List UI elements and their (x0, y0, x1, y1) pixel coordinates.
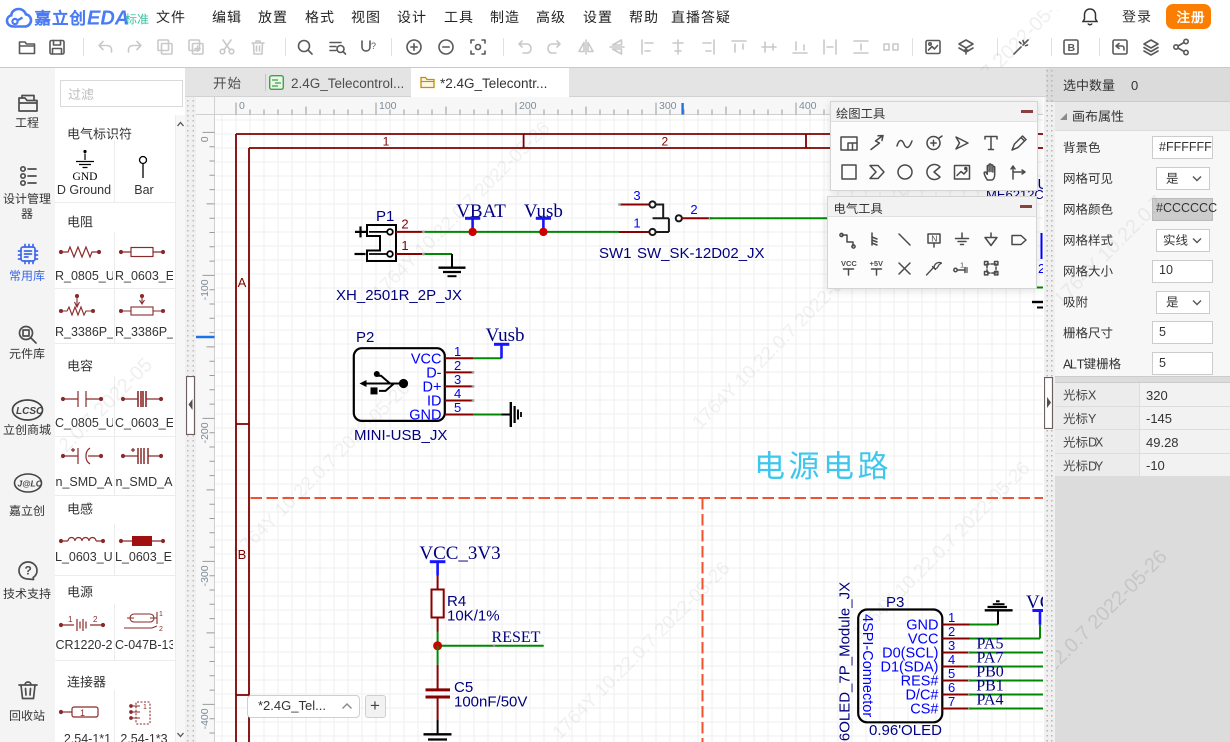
svg-text:2: 2 (454, 358, 461, 373)
svg-text:1: 1 (948, 610, 955, 625)
svg-text:XH_2501R_2P_JX: XH_2501R_2P_JX (336, 287, 462, 304)
svg-text:VBAT: VBAT (456, 201, 506, 222)
svg-text:5: 5 (454, 400, 461, 415)
svg-text:-400: -400 (199, 708, 211, 729)
svg-text:CS#: CS# (910, 702, 938, 718)
svg-text:A: A (238, 275, 247, 290)
svg-text:?: ? (371, 41, 376, 51)
svg-text:200: 200 (519, 100, 537, 112)
svg-text:4: 4 (454, 386, 461, 401)
svg-text:-300: -300 (199, 565, 211, 586)
svg-text:6: 6 (948, 680, 955, 695)
svg-text:2: 2 (159, 626, 163, 633)
svg-text:4SPI-Connector: 4SPI-Connector (859, 614, 875, 717)
svg-text:400: 400 (799, 100, 817, 112)
svg-text:100nF/50V: 100nF/50V (454, 694, 527, 711)
svg-text:VCC_3V3: VCC_3V3 (1026, 592, 1043, 613)
svg-text:0: 0 (199, 136, 211, 142)
svg-text:1: 1 (401, 238, 408, 253)
svg-text:1: 1 (383, 135, 390, 149)
svg-text:B: B (1068, 42, 1076, 54)
svg-text:0.96OLED_7P_Module_JX: 0.96OLED_7P_Module_JX (837, 582, 854, 742)
svg-text:0: 0 (239, 100, 245, 112)
svg-text:1: 1 (68, 615, 73, 624)
svg-text:+5V: +5V (870, 259, 884, 268)
svg-text:-200: -200 (199, 422, 211, 443)
svg-text:1: 1 (80, 708, 85, 718)
svg-text:2: 2 (93, 615, 98, 624)
svg-text:1: 1 (960, 261, 964, 270)
svg-text:2: 2 (948, 624, 955, 639)
svg-text:B: B (238, 547, 247, 562)
svg-text:GND: GND (73, 171, 98, 183)
svg-text:1: 1 (159, 611, 163, 618)
svg-text:J@LC: J@LC (18, 479, 43, 489)
svg-text:?: ? (25, 564, 32, 578)
svg-text:2: 2 (690, 202, 697, 217)
svg-text:3: 3 (454, 372, 461, 387)
svg-text:0.96'OLED: 0.96'OLED (869, 722, 942, 739)
svg-text:1: 1 (633, 216, 640, 231)
svg-text:1: 1 (454, 344, 461, 359)
svg-text:100: 100 (379, 100, 397, 112)
svg-text:RESET: RESET (492, 629, 541, 646)
svg-text:3: 3 (948, 638, 955, 653)
svg-text:2: 2 (401, 217, 408, 232)
svg-text:4: 4 (948, 652, 955, 667)
svg-text:P2: P2 (356, 329, 374, 346)
svg-text:2: 2 (661, 135, 668, 149)
svg-text:300: 300 (659, 100, 677, 112)
svg-text:MINI-USB_JX: MINI-USB_JX (354, 427, 447, 444)
svg-text:-100: -100 (199, 279, 211, 300)
svg-text:SW_SK-12D02_JX: SW_SK-12D02_JX (637, 245, 765, 262)
svg-text:3: 3 (633, 188, 640, 203)
svg-text:LCSC: LCSC (16, 406, 44, 417)
svg-text:N: N (931, 234, 937, 244)
svg-text:GND: GND (409, 408, 441, 424)
svg-text:7: 7 (948, 694, 955, 709)
svg-text:2: 2 (1038, 261, 1043, 276)
svg-text:P1: P1 (376, 208, 394, 225)
svg-text:PA4: PA4 (977, 692, 1004, 709)
svg-text:Vusb: Vusb (524, 201, 563, 222)
svg-text:5: 5 (948, 666, 955, 681)
svg-text:VCC: VCC (841, 259, 857, 268)
svg-text:1: 1 (143, 704, 147, 711)
svg-text:SW1: SW1 (599, 245, 632, 262)
svg-text:10K/1%: 10K/1% (447, 608, 500, 625)
svg-text:Vusb: Vusb (486, 325, 525, 346)
